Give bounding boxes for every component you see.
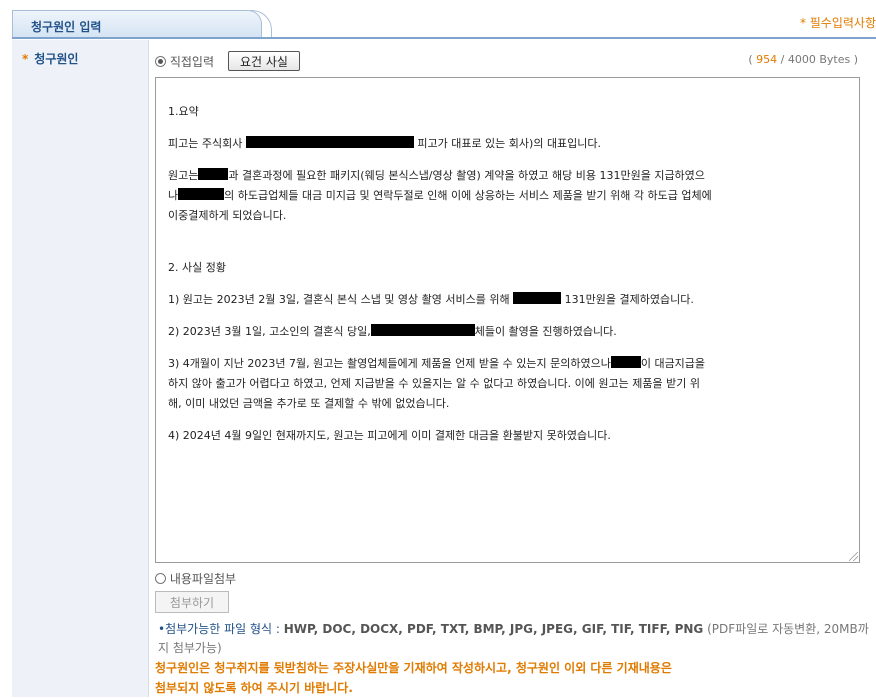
requirement-facts-button[interactable]: 요건 사실: [228, 51, 300, 71]
allowed-formats-note: •첨부가능한 파일 형식 : HWP, DOC, DOCX, PDF, TXT,…: [158, 620, 873, 658]
text-span: 나: [168, 189, 179, 202]
label-column: * 청구원인: [12, 40, 149, 697]
file-attach-radio[interactable]: [155, 573, 166, 584]
section-tab: 청구원인 입력: [12, 10, 262, 38]
section-tab-curve: [250, 10, 272, 38]
warning-notice: 청구원인은 청구취지를 뒷받침하는 주장사실만을 기재하여 작성하시고, 청구원…: [155, 658, 870, 698]
redaction-box: [178, 188, 225, 200]
fact-item-2: 2) 2023년 3월 1일, 고소인의 결혼식 당일, 체들이 촬영을 진행하였…: [168, 322, 847, 342]
text-span: 2) 2023년 3월 1일, 고소인의 결혼식 당일,: [168, 325, 371, 338]
warning-line-2: 첨부되지 않도록 하여 주시기 바랍니다.: [155, 681, 353, 695]
field-label-text: 청구원인: [34, 52, 79, 66]
byte-counter-current: 954: [756, 53, 778, 66]
header-divider: [12, 37, 876, 39]
summary-para-2: 원고는 과 결혼과정에 필요한 패키지(웨딩 본식스냅/영상 촬영) 계약을 하였…: [168, 166, 847, 186]
facts-title: 2. 사실 정황: [168, 261, 226, 274]
byte-counter-rest: / 4000 Bytes ): [777, 53, 858, 66]
field-label: * 청구원인: [22, 50, 78, 67]
fact-item-3-cont: 하지 않아 출고가 어렵다고 하였고, 언제 지급받을 수 있을지는 알 수 없…: [168, 377, 700, 390]
summary-title: 1.요약: [168, 105, 199, 118]
redaction-box: [513, 292, 562, 304]
text-span: 의 하도급업체들 대금 미지급 및 연락두절로 인해 이에 상응하는 서비스 제…: [224, 189, 712, 202]
attach-button[interactable]: 첨부하기: [155, 591, 229, 613]
section-tab-title: 청구원인 입력: [31, 20, 102, 34]
byte-counter-open: (: [748, 53, 757, 66]
byte-counter: ( 954 / 4000 Bytes ): [748, 53, 858, 66]
redaction-box: [198, 168, 229, 180]
redaction-box: [610, 356, 641, 368]
direct-input-label: 직접입력: [169, 55, 214, 69]
file-attach-label: 내용파일첨부: [169, 572, 237, 586]
redaction-box: [370, 324, 475, 336]
formats-list: HWP, DOC, DOCX, PDF, TXT, BMP, JPG, JPEG…: [283, 622, 704, 636]
required-star: *: [22, 52, 29, 66]
summary-para-2-end: 이중결제하게 되었습니다.: [168, 209, 287, 222]
text-span: 1) 원고는 2023년 2월 3일, 결혼식 본식 스냅 및 영상 촬영 서비…: [168, 293, 510, 306]
direct-input-radio[interactable]: [155, 56, 166, 67]
direct-input-radio-option[interactable]: 직접입력: [155, 53, 214, 70]
text-span: 원고는: [168, 169, 199, 182]
text-span: 3) 4개월이 지난 2023년 7월, 원고는 촬영업체들에게 제품을 언제 …: [168, 357, 611, 370]
summary-para-2-cont: 나 의 하도급업체들 대금 미지급 및 연락두절로 인해 이에 상응하는 서비스 …: [168, 186, 847, 206]
text-span: 이 대금지급을: [640, 357, 706, 370]
header-bar: 청구원인 입력 * 필수입력사항: [0, 0, 876, 39]
fact-item-3: 3) 4개월이 지난 2023년 7월, 원고는 촬영업체들에게 제품을 언제 …: [168, 354, 847, 374]
required-note: * 필수입력사항: [799, 16, 876, 30]
claim-cause-textarea[interactable]: 1.요약 피고는 주식회사 피고가 대표로 있는 회사)의 대표입니다. 원고는…: [155, 77, 860, 563]
warning-line-1: 청구원인은 청구취지를 뒷받침하는 주장사실만을 기재하여 작성하시고, 청구원…: [155, 661, 672, 675]
text-span: 131만원을 결제하였습니다.: [564, 293, 694, 306]
text-span: 체들이 촬영을 진행하였습니다.: [474, 325, 617, 338]
file-attach-radio-option[interactable]: 내용파일첨부: [155, 570, 236, 587]
text-span: 피고는 주식회사: [168, 137, 243, 150]
fact-item-3-end: 해, 이미 내었던 금액을 추가로 또 결제할 수 밖에 없었습니다.: [168, 397, 450, 410]
resize-handle[interactable]: [849, 552, 858, 561]
text-span: 피고가 대표로 있는 회사)의 대표입니다.: [417, 137, 602, 150]
text-span: 과 결혼과정에 필요한 패키지(웨딩 본식스냅/영상 촬영) 계약을 하였고 해…: [228, 169, 705, 182]
redaction-box: [245, 136, 414, 148]
fact-item-4: 4) 2024년 4월 9일인 현재까지도, 원고는 피고에게 이미 결제한 대…: [168, 429, 611, 442]
fact-item-1: 1) 원고는 2023년 2월 3일, 결혼식 본식 스냅 및 영상 촬영 서비…: [168, 290, 847, 310]
formats-label: 첨부가능한 파일 형식 :: [165, 622, 280, 636]
summary-para-1: 피고는 주식회사 피고가 대표로 있는 회사)의 대표입니다.: [168, 134, 847, 154]
